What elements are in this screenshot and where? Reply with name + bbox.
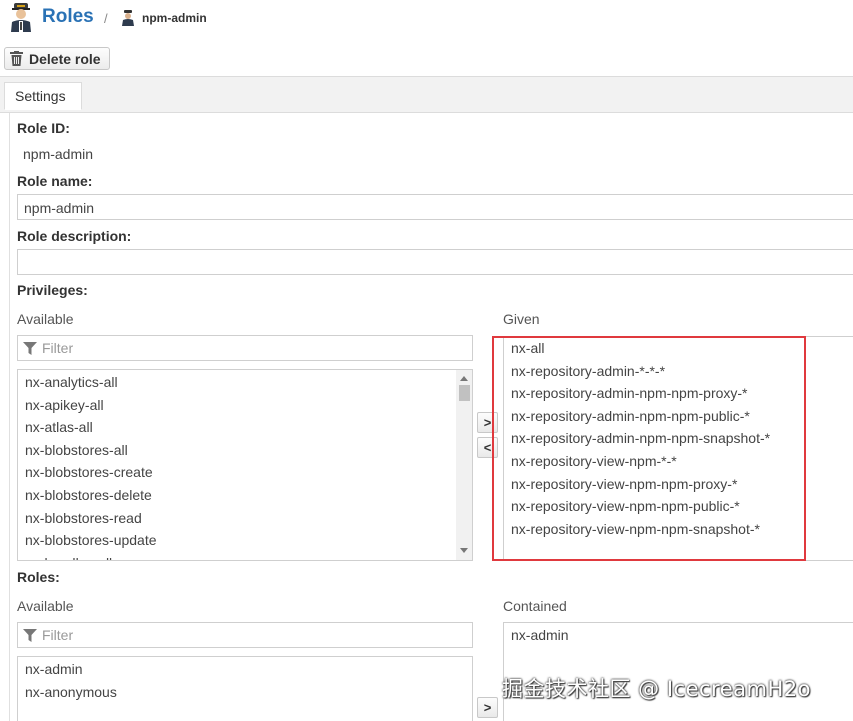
- trash-icon: [10, 51, 23, 66]
- role-id-label: Role ID:: [17, 120, 70, 136]
- delete-role-button[interactable]: Delete role: [4, 47, 110, 70]
- roles-available-label: Available: [17, 598, 74, 614]
- list-item[interactable]: nx-atlas-all: [18, 416, 472, 439]
- add-role-button[interactable]: >: [477, 697, 498, 718]
- tab-settings[interactable]: Settings: [4, 82, 82, 110]
- list-item[interactable]: nx-admin: [18, 658, 472, 681]
- role-name-label: Role name:: [17, 173, 93, 189]
- roles-contained-list[interactable]: nx-admin: [503, 622, 853, 721]
- highlight-box: [492, 336, 806, 561]
- privileges-available-list[interactable]: nx-analytics-all nx-apikey-all nx-atlas-…: [17, 369, 473, 561]
- list-item[interactable]: nx-blobstores-create: [18, 461, 472, 484]
- form-left-border: [9, 113, 10, 721]
- roles-filter-placeholder: Filter: [42, 627, 74, 643]
- role-id-value: npm-admin: [23, 146, 94, 162]
- role-description-label: Role description:: [17, 228, 132, 244]
- breadcrumb-separator: /: [104, 11, 108, 26]
- list-item[interactable]: nx-anonymous: [18, 681, 472, 704]
- roles-contained-label: Contained: [503, 598, 567, 614]
- list-item[interactable]: nx-bundles-all: [18, 552, 472, 560]
- scrollbar-thumb[interactable]: [459, 385, 470, 401]
- scroll-up-icon[interactable]: [460, 376, 468, 381]
- user-icon: [122, 10, 134, 26]
- breadcrumb-current: npm-admin: [142, 11, 207, 25]
- page-title[interactable]: Roles: [42, 6, 94, 28]
- funnel-icon: [23, 628, 37, 642]
- list-item[interactable]: nx-blobstores-read: [18, 507, 472, 530]
- roles-available-list[interactable]: nx-admin nx-anonymous: [17, 656, 473, 721]
- role-description-field[interactable]: [17, 249, 853, 275]
- privileges-filter-placeholder: Filter: [42, 340, 74, 356]
- scroll-down-icon[interactable]: [460, 548, 468, 553]
- list-item[interactable]: nx-admin: [504, 624, 853, 647]
- roles-filter-input[interactable]: Filter: [17, 622, 473, 648]
- privileges-given-label: Given: [503, 311, 540, 327]
- list-item[interactable]: nx-apikey-all: [18, 394, 472, 417]
- role-name-field[interactable]: npm-admin: [17, 194, 853, 220]
- list-item[interactable]: nx-blobstores-all: [18, 439, 472, 462]
- funnel-icon: [23, 341, 37, 355]
- list-item[interactable]: nx-blobstores-update: [18, 529, 472, 552]
- list-item[interactable]: nx-blobstores-delete: [18, 484, 472, 507]
- list-item[interactable]: nx-analytics-all: [18, 371, 472, 394]
- privileges-label: Privileges:: [17, 282, 88, 298]
- privileges-available-label: Available: [17, 311, 74, 327]
- delete-role-label: Delete role: [29, 50, 101, 67]
- admin-user-icon: [11, 3, 31, 32]
- privileges-filter-input[interactable]: Filter: [17, 335, 473, 361]
- tab-strip: [0, 76, 853, 113]
- roles-label: Roles:: [17, 569, 60, 585]
- watermark: 掘金技术社区 @ IcecreamH2o: [502, 677, 811, 701]
